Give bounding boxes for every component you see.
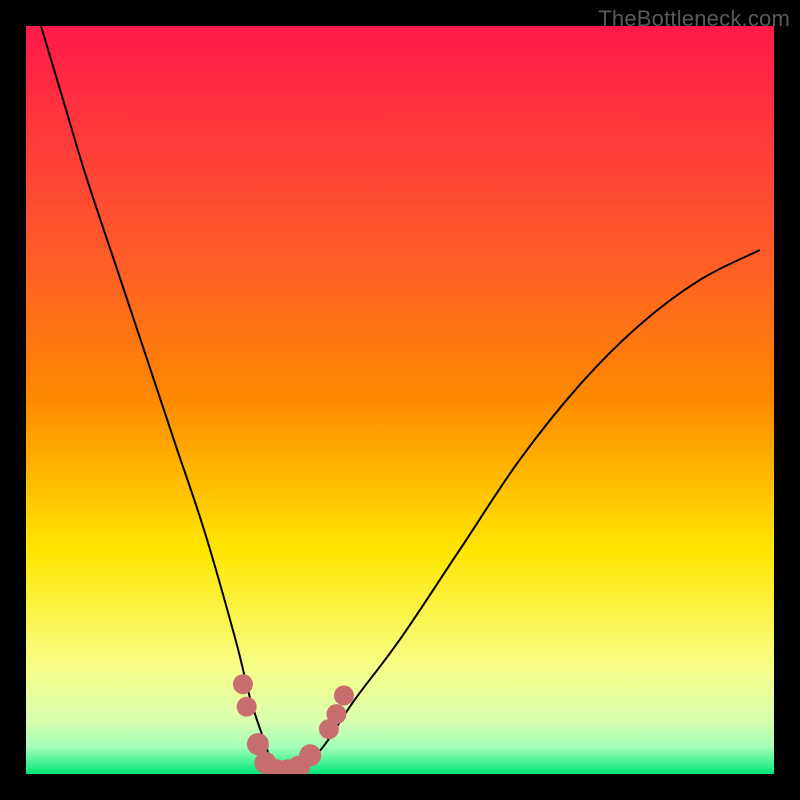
data-marker bbox=[247, 733, 269, 755]
data-marker bbox=[334, 685, 354, 705]
gradient-background bbox=[26, 26, 774, 774]
chart-frame: TheBottleneck.com bbox=[0, 0, 800, 800]
data-marker bbox=[299, 744, 321, 766]
plot-area bbox=[26, 26, 774, 774]
chart-canvas bbox=[26, 26, 774, 774]
data-marker bbox=[237, 697, 257, 717]
data-marker bbox=[233, 674, 253, 694]
data-marker bbox=[326, 704, 346, 724]
